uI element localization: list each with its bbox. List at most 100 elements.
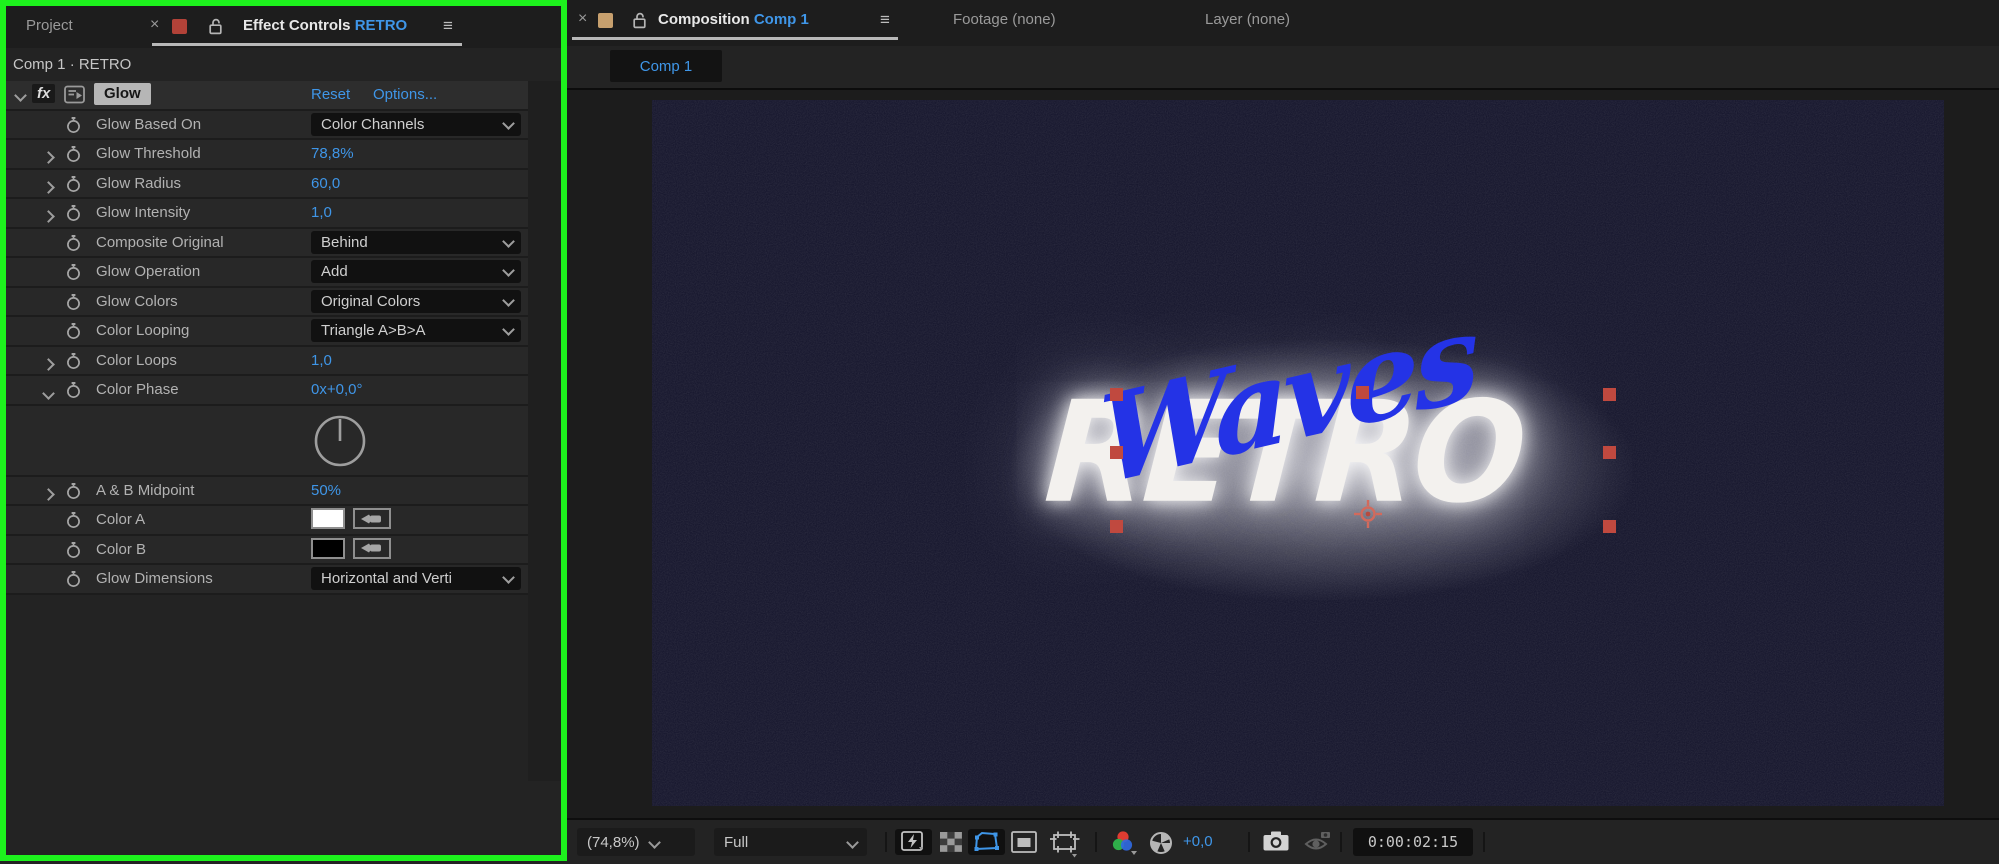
property-row: Color Phase 0x+0,0° — [6, 376, 528, 406]
lock-icon[interactable] — [632, 12, 647, 33]
stopwatch-icon[interactable] — [66, 570, 81, 592]
viewer-toolbar: (74,8%) Full +0,0 0:00:02:15 — [567, 818, 1999, 864]
mask-toggle-button[interactable] — [1010, 830, 1038, 858]
color-swatch[interactable] — [311, 537, 345, 559]
property-row: Glow Threshold 78,8% — [6, 140, 528, 170]
anchor-point-icon[interactable] — [1352, 498, 1384, 534]
stopwatch-icon[interactable] — [66, 145, 81, 167]
selection-handle[interactable] — [1603, 388, 1616, 401]
tab-project[interactable]: Project — [26, 17, 73, 34]
stopwatch-icon[interactable] — [66, 293, 81, 315]
effect-controls-panel: Project × Effect Controls RETRO ≡ Comp 1… — [0, 0, 567, 861]
dropdown-select[interactable]: Add — [311, 260, 521, 283]
expander-icon[interactable] — [42, 486, 55, 503]
show-channel-button[interactable] — [1110, 830, 1140, 862]
viewer-pasteboard: RETRO Waves — [567, 90, 1999, 818]
stopwatch-icon[interactable] — [66, 234, 81, 256]
composition-viewport[interactable]: RETRO Waves — [652, 100, 1944, 806]
dropdown-select[interactable]: Color Channels — [311, 112, 521, 136]
property-row: Color Looping Triangle A>B>A — [6, 317, 528, 347]
expander-icon[interactable] — [42, 385, 55, 402]
right-panel-tabbar: × Composition Comp 1 ≡ Footage (none) La… — [567, 0, 1999, 46]
expander-icon[interactable] — [42, 356, 55, 373]
close-icon[interactable]: × — [578, 10, 587, 28]
stopwatch-icon[interactable] — [66, 204, 81, 226]
number-value[interactable]: 50% — [311, 482, 341, 499]
options-button[interactable]: Options... — [373, 86, 437, 103]
selection-handle[interactable] — [1603, 520, 1616, 533]
property-label: Color Phase — [96, 381, 179, 398]
fx-badge-icon: fx — [32, 84, 56, 103]
tab-composition[interactable]: Composition Comp 1 — [658, 11, 809, 28]
stopwatch-icon[interactable] — [66, 541, 81, 563]
selection-handle[interactable] — [1356, 386, 1369, 399]
color-controls — [311, 537, 391, 559]
effect-icon — [64, 85, 85, 108]
panel-group-chip[interactable] — [598, 13, 613, 28]
stopwatch-icon[interactable] — [66, 511, 81, 533]
panel-menu-icon[interactable]: ≡ — [443, 16, 453, 36]
tab-effect-controls[interactable]: Effect Controls RETRO — [243, 17, 407, 34]
close-icon[interactable]: × — [150, 16, 159, 34]
fast-previews-button[interactable] — [895, 829, 932, 855]
property-label: Color Loops — [96, 351, 177, 369]
eyedropper-button[interactable] — [353, 537, 391, 559]
selection-handle[interactable] — [1110, 446, 1123, 459]
number-value[interactable]: 78,8% — [311, 145, 354, 162]
selection-handle[interactable] — [1603, 446, 1616, 459]
dropdown-select[interactable]: Horizontal and Verti — [311, 567, 521, 590]
timecode-display[interactable]: 0:00:02:15 — [1353, 828, 1473, 856]
stopwatch-icon[interactable] — [66, 263, 81, 285]
reset-exposure-icon[interactable] — [1148, 830, 1174, 860]
panel-scroll-gutter[interactable] — [528, 81, 561, 781]
show-snapshot-icon[interactable] — [1303, 830, 1333, 858]
breadcrumb-bar: Comp 1 · RETRO — [6, 48, 561, 81]
toolbar-separator — [1248, 832, 1250, 852]
stopwatch-icon[interactable] — [66, 381, 81, 403]
tab-footage[interactable]: Footage (none) — [953, 11, 1056, 28]
angle-dial[interactable] — [311, 412, 369, 474]
reset-button[interactable]: Reset — [311, 86, 350, 103]
number-value[interactable]: 1,0 — [311, 204, 332, 221]
selection-handle[interactable] — [1110, 388, 1123, 401]
panel-menu-icon[interactable]: ≡ — [880, 10, 890, 30]
stopwatch-icon[interactable] — [66, 175, 81, 197]
snapshot-camera-icon[interactable] — [1262, 830, 1290, 856]
viewer-tab-comp1[interactable]: Comp 1 — [610, 50, 722, 82]
color-swatch[interactable] — [311, 508, 345, 529]
lock-icon[interactable] — [208, 18, 223, 39]
color-controls — [311, 508, 391, 529]
stopwatch-icon[interactable] — [66, 116, 81, 138]
property-label: Color A — [96, 511, 146, 528]
region-of-interest-button[interactable] — [1048, 830, 1082, 862]
resolution-dropdown[interactable]: Full — [714, 828, 867, 856]
zoom-level-dropdown[interactable]: (74,8%) — [577, 828, 695, 856]
stopwatch-icon[interactable] — [66, 352, 81, 374]
number-value[interactable]: 0x+0,0° — [311, 381, 362, 398]
active-tab-underline — [152, 43, 462, 46]
exposure-value[interactable]: +0,0 — [1183, 833, 1213, 850]
selection-handle[interactable] — [1110, 520, 1123, 533]
tab-layer[interactable]: Layer (none) — [1205, 11, 1290, 28]
mask-roi-button[interactable] — [968, 829, 1005, 855]
effect-expander-icon[interactable] — [14, 89, 27, 102]
effect-name-chip[interactable]: Glow — [94, 83, 151, 105]
expander-icon[interactable] — [42, 179, 55, 196]
number-value[interactable]: 1,0 — [311, 352, 332, 369]
dropdown-select[interactable]: Triangle A>B>A — [311, 319, 521, 342]
transparency-grid-button[interactable] — [938, 830, 964, 858]
dropdown-select[interactable]: Behind — [311, 230, 521, 254]
stopwatch-icon[interactable] — [66, 482, 81, 504]
expander-icon[interactable] — [42, 149, 55, 166]
property-label: Composite Original — [96, 233, 224, 251]
number-value[interactable]: 60,0 — [311, 175, 340, 192]
eyedropper-button[interactable] — [353, 508, 391, 529]
property-row: Glow Dimensions Horizontal and Verti — [6, 565, 528, 595]
panel-group-chip[interactable] — [172, 19, 187, 34]
dropdown-select[interactable]: Original Colors — [311, 289, 521, 313]
property-row: Glow Colors Original Colors — [6, 287, 528, 317]
stopwatch-icon[interactable] — [66, 322, 81, 344]
property-row: Glow Based On Color Channels — [6, 110, 528, 140]
property-row: Composite Original Behind — [6, 228, 528, 258]
expander-icon[interactable] — [42, 208, 55, 225]
